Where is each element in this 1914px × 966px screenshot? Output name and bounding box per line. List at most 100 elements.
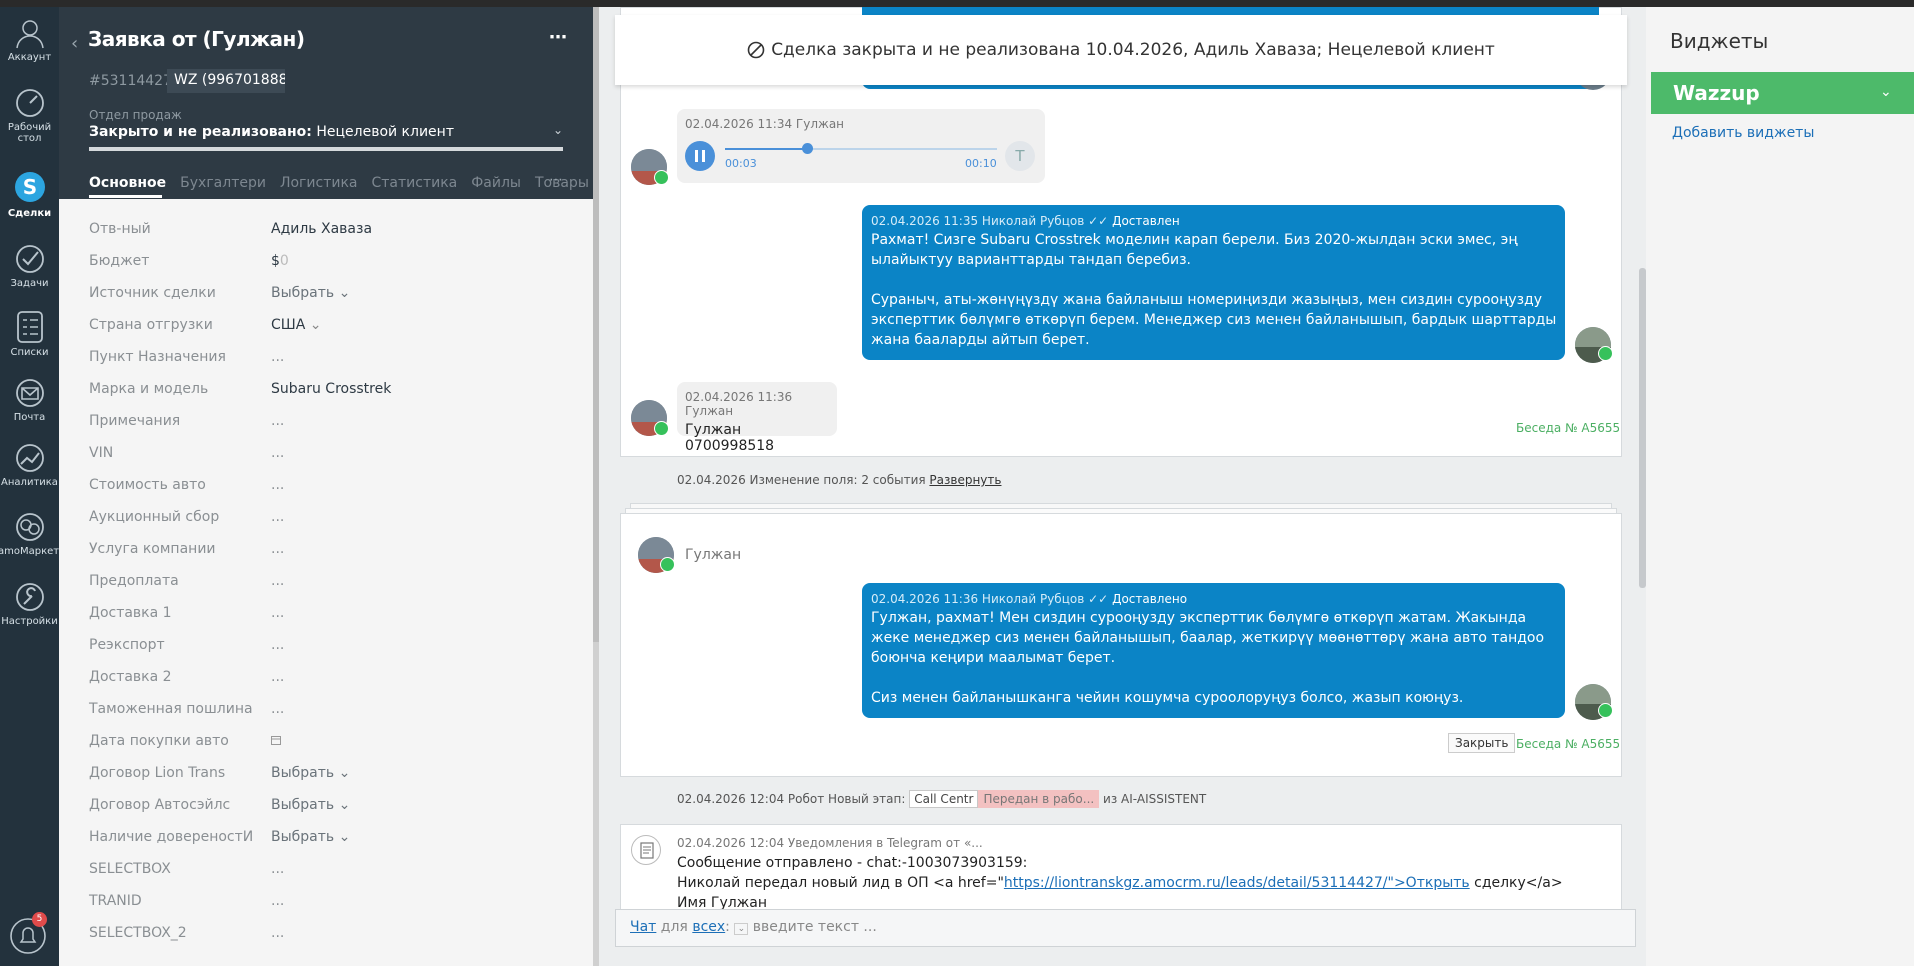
field-value[interactable]: ... xyxy=(271,605,284,621)
transcribe-button[interactable]: T xyxy=(1005,141,1035,171)
wazzup-widget[interactable]: Wazzup xyxy=(1651,72,1914,114)
more-actions-icon[interactable]: ⋯ xyxy=(549,27,567,48)
field-value[interactable]: ... xyxy=(271,861,284,877)
nav-market[interactable]: amoМаркет xyxy=(0,511,59,557)
message-meta: 02.04.2026 11:36 Николай Рубцов ✓✓ Доста… xyxy=(871,592,1557,606)
lists-icon xyxy=(16,311,43,343)
nav-lists[interactable]: Списки xyxy=(0,310,59,358)
nav-analytics[interactable]: Аналитика xyxy=(0,442,59,488)
field-value[interactable]: ... xyxy=(271,925,284,941)
field-value[interactable]: ... xyxy=(271,477,284,493)
incoming-message: 02.04.2026 11:36 Гулжан Гулжан 070099851… xyxy=(677,382,837,454)
field-value[interactable]: ... xyxy=(271,541,284,557)
status-prefix: Закрыто и не реализовано: xyxy=(89,124,312,140)
lead-card: ‹ Заявка от (Гулжан) ⋯ #53114427 WZ (996… xyxy=(59,7,593,966)
field-row: VIN... xyxy=(89,445,569,477)
lead-link[interactable]: https://liontranskgz.amocrm.ru/leads/det… xyxy=(1004,875,1470,891)
message-composer[interactable]: Чат для всех: ⌄ введите текст ... xyxy=(615,909,1636,947)
currency-symbol: $ xyxy=(271,253,280,269)
outgoing-message: 02.04.2026 11:35 Николай Рубцов ✓✓ Доста… xyxy=(862,205,1565,360)
field-label: Наличие довереностИ xyxy=(89,829,254,845)
field-label: SELECTBOX_2 xyxy=(89,925,187,941)
field-value[interactable]: ... xyxy=(271,349,284,365)
nav-settings[interactable]: Настройки xyxy=(0,581,59,627)
field-select[interactable]: Выбрать ⌄ xyxy=(271,797,350,813)
nav-account[interactable]: Аккаунт xyxy=(0,17,59,63)
budget-field[interactable]: $0 xyxy=(271,253,289,269)
tab-accounting[interactable]: Бухгалтери xyxy=(180,175,266,191)
nav-dashboard[interactable]: Рабочий стол xyxy=(0,87,59,144)
recipients-link[interactable]: всех xyxy=(692,919,725,935)
budget-value: 0 xyxy=(279,253,289,269)
field-select[interactable]: США ⌄ xyxy=(271,317,322,333)
message-text: Сураныч, аты-жөнүңүздү жана байланыш ном… xyxy=(871,292,1557,348)
chevron-down-icon[interactable]: ⌄ xyxy=(1880,84,1892,100)
date-picker[interactable] xyxy=(271,733,281,749)
field-value[interactable]: ... xyxy=(271,445,284,461)
audio-progress-track[interactable] xyxy=(725,143,997,154)
composer-placeholder[interactable]: введите текст ... xyxy=(753,919,877,935)
message-author-time: 02.04.2026 11:36 Николай Рубцов xyxy=(871,592,1085,606)
chat-type-link[interactable]: Чат xyxy=(630,919,656,935)
tab-statistics[interactable]: Статистика xyxy=(372,175,458,191)
select-value: Выбрать xyxy=(271,829,335,845)
chevron-down-icon[interactable]: ⌄ xyxy=(734,923,749,935)
tab-files[interactable]: Файлы xyxy=(471,175,521,191)
field-select[interactable]: Выбрать ⌄ xyxy=(271,765,350,781)
lead-tag[interactable]: WZ (9967018882 xyxy=(167,69,285,93)
feed-scrollbar[interactable] xyxy=(1639,268,1646,588)
whatsapp-icon xyxy=(660,557,675,572)
expand-link[interactable]: Развернуть xyxy=(929,473,1001,487)
status-progress-line xyxy=(89,147,563,151)
status-select[interactable]: Закрыто и не реализовано: Нецелевой клие… xyxy=(89,124,454,140)
add-widgets-link[interactable]: Добавить виджеты xyxy=(1672,125,1814,141)
top-strip xyxy=(0,0,1914,7)
field-label: Страна отгрузки xyxy=(89,317,213,333)
lead-title[interactable]: Заявка от (Гулжан) xyxy=(88,27,305,51)
nav-deals[interactable]: S Сделки xyxy=(0,169,59,219)
audio-current-time: 00:03 xyxy=(725,157,757,170)
field-label: Пункт Назначения xyxy=(89,349,226,365)
chevron-down-icon: ⌄ xyxy=(338,829,351,845)
field-select[interactable]: Выбрать ⌄ xyxy=(271,285,350,301)
field-value[interactable]: ... xyxy=(271,509,284,525)
nav-tasks[interactable]: Задачи xyxy=(0,243,59,289)
pause-button[interactable] xyxy=(685,141,715,171)
nav-mail[interactable]: Почта xyxy=(0,377,59,423)
chevron-down-icon[interactable]: ⌄ xyxy=(553,123,563,137)
field-value[interactable]: ... xyxy=(271,893,284,909)
chevron-down-icon: ⌄ xyxy=(338,765,351,781)
field-label: VIN xyxy=(89,445,114,461)
conversation-number[interactable]: Беседа № A5655 xyxy=(1516,737,1620,751)
whatsapp-icon xyxy=(1598,703,1613,718)
back-icon[interactable]: ‹ xyxy=(71,33,78,54)
account-icon xyxy=(15,20,44,49)
field-value[interactable]: ... xyxy=(271,669,284,685)
audio-total-time: 00:10 xyxy=(965,157,997,170)
nav-label: Аналитика xyxy=(1,477,58,488)
audio-progress-knob[interactable] xyxy=(801,143,813,154)
field-value[interactable]: ... xyxy=(271,413,284,429)
lead-fields: Отв-ный Адиль Хаваза Бюджет $0 Источник сд… xyxy=(89,221,569,957)
field-row: Примечания... xyxy=(89,413,569,445)
tab-logistics[interactable]: Логистика xyxy=(280,175,358,191)
nav-label: Настройки xyxy=(1,616,58,627)
nav-label: Рабочий стол xyxy=(7,122,52,144)
field-value[interactable]: ... xyxy=(271,701,284,717)
notifications-button[interactable]: 5 xyxy=(8,912,52,956)
field-value[interactable]: Subaru Crosstrek xyxy=(271,381,391,397)
nav-label: amoМаркет xyxy=(0,546,60,557)
transcribe-icon: T xyxy=(1015,147,1025,165)
field-label: Предоплата xyxy=(89,573,179,589)
field-value[interactable]: ... xyxy=(271,573,284,589)
close-conversation-button[interactable]: Закрыть xyxy=(1448,733,1516,753)
outgoing-message: 02.04.2026 11:36 Николай Рубцов ✓✓ Доста… xyxy=(862,583,1565,718)
tabs-more-icon[interactable]: ⋯ xyxy=(549,172,563,188)
tab-main[interactable]: Основное xyxy=(89,175,166,191)
field-value[interactable]: Адиль Хаваза xyxy=(271,221,372,237)
field-select[interactable]: Выбрать ⌄ xyxy=(271,829,350,845)
field-value[interactable]: ... xyxy=(271,637,284,653)
widgets-panel: Виджеты Wazzup ⌄ Добавить виджеты xyxy=(1646,7,1914,966)
delivery-status: Доставлен xyxy=(1112,214,1180,228)
conversation-number[interactable]: Беседа № A5655 xyxy=(1516,421,1620,435)
